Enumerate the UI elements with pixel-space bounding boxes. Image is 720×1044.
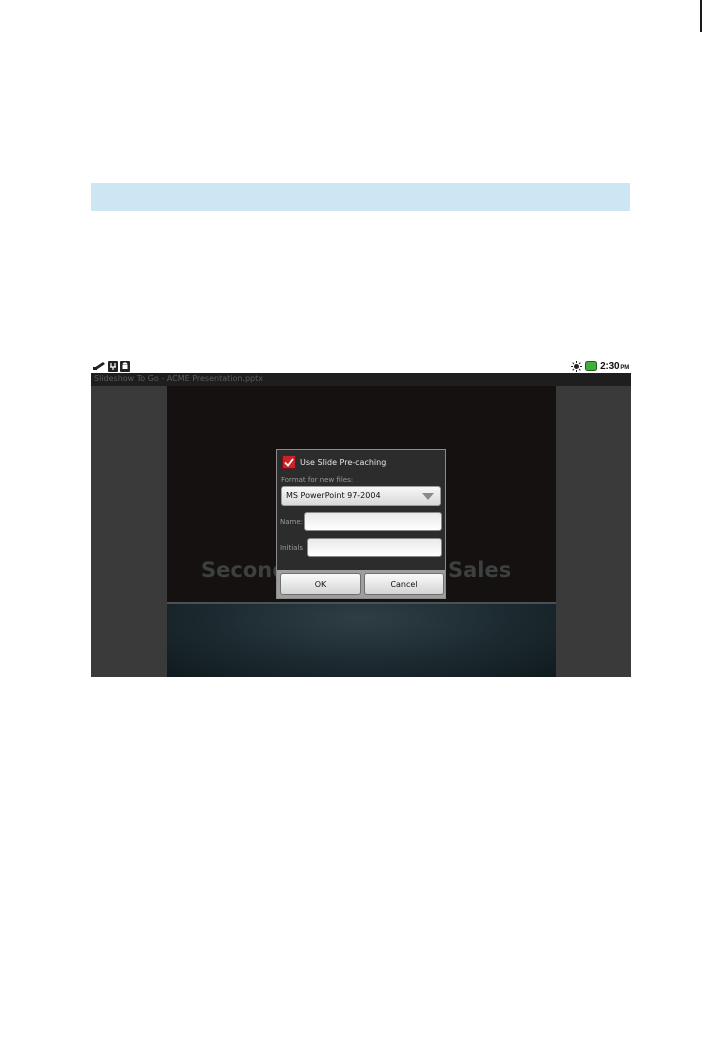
device-screenshot: 2:30PM Slideshow To Go - ACME Presentati… bbox=[91, 359, 631, 677]
status-bar: 2:30PM bbox=[91, 359, 631, 373]
name-field[interactable] bbox=[304, 512, 442, 531]
ok-button[interactable]: OK bbox=[280, 573, 361, 595]
app-title-bar: Slideshow To Go - ACME Presentation.pptx bbox=[91, 373, 631, 386]
dialog-button-bar: OK Cancel bbox=[277, 570, 445, 598]
status-clock: 2:30PM bbox=[600, 360, 629, 372]
slide-title-right: Sales bbox=[448, 558, 512, 582]
right-gutter bbox=[556, 386, 631, 677]
battery-icon bbox=[585, 361, 598, 371]
precache-label: Use Slide Pre-caching bbox=[300, 457, 387, 467]
chevron-down-icon bbox=[422, 493, 434, 500]
brightness-icon bbox=[571, 360, 583, 372]
cancel-button[interactable]: Cancel bbox=[364, 573, 444, 595]
usb-icon bbox=[93, 361, 106, 371]
page-edge-rule bbox=[700, 0, 702, 32]
settings-dialog: Use Slide Pre-caching Format for new fil… bbox=[276, 449, 446, 599]
next-slide-preview[interactable] bbox=[167, 604, 556, 677]
left-gutter bbox=[91, 386, 167, 677]
initials-field[interactable] bbox=[307, 538, 442, 557]
name-label: Name: bbox=[280, 518, 304, 526]
debug-icon bbox=[108, 360, 118, 372]
precache-checkbox[interactable] bbox=[282, 455, 296, 469]
window-title: Slideshow To Go - ACME Presentation.pptx bbox=[94, 374, 264, 383]
initials-label: Initials bbox=[280, 544, 304, 552]
section-header-band bbox=[91, 183, 630, 211]
format-label: Format for new files: bbox=[281, 476, 354, 484]
checkmark-icon bbox=[284, 457, 294, 467]
slide-title-left: Second bbox=[201, 558, 288, 582]
format-select-value: MS PowerPoint 97-2004 bbox=[286, 491, 381, 500]
format-select[interactable]: MS PowerPoint 97-2004 bbox=[281, 486, 441, 506]
precache-row[interactable]: Use Slide Pre-caching bbox=[282, 454, 386, 470]
android-icon bbox=[120, 360, 130, 372]
